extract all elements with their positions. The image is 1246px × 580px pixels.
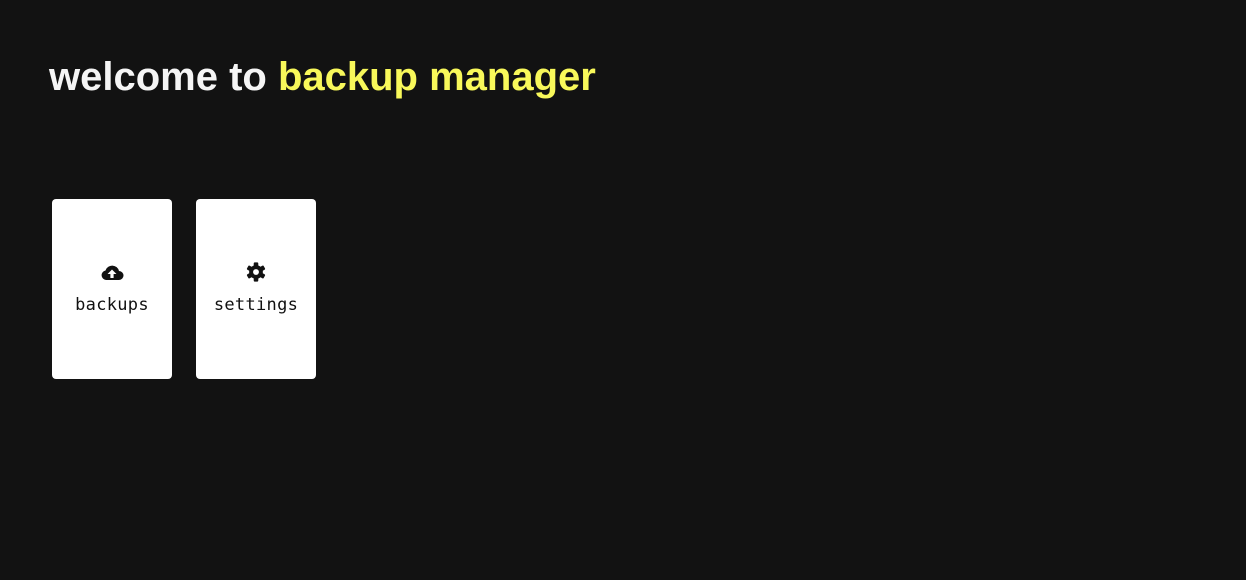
cloud-upload-icon [100,260,124,284]
title-prefix: welcome to [49,55,278,99]
backups-card[interactable]: backups [52,199,172,379]
backups-label: backups [75,295,149,315]
settings-label: settings [213,295,299,315]
page-title: welcome to backup manager [49,54,596,100]
menu-cards: backups settings [52,199,316,379]
settings-card[interactable]: settings [196,199,316,379]
title-accent: backup manager [277,55,596,99]
gear-icon [244,260,268,284]
